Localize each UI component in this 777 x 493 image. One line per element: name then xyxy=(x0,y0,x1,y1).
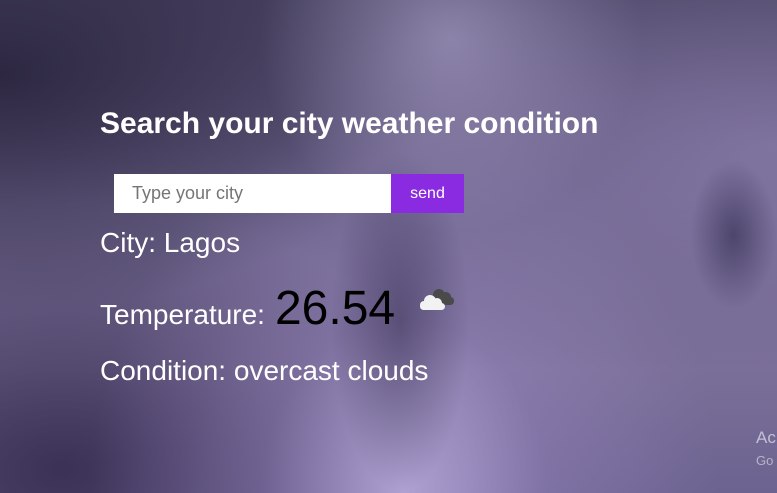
weather-panel: Search your city weather condition send … xyxy=(100,105,700,386)
temperature-value: 26.54 xyxy=(274,282,396,335)
city-value: Lagos xyxy=(163,227,241,258)
background-shadow-right xyxy=(690,160,777,310)
city-search-input[interactable] xyxy=(114,174,391,213)
condition-label: Condition: xyxy=(100,355,227,386)
condition-value: overcast clouds xyxy=(233,355,429,386)
overcast-clouds-icon xyxy=(417,285,457,315)
temperature-line: Temperature: 26.54 xyxy=(100,281,457,336)
city-line: City: Lagos xyxy=(100,227,240,259)
activate-windows-subtext: Go xyxy=(756,453,774,468)
activate-windows-watermark: Ac xyxy=(756,428,776,447)
condition-line: Condition: overcast clouds xyxy=(100,355,428,387)
temperature-label: Temperature: xyxy=(100,299,265,330)
city-label: City: xyxy=(100,227,156,258)
search-form: send xyxy=(114,174,464,213)
page-title: Search your city weather condition xyxy=(100,107,599,140)
send-button[interactable]: send xyxy=(391,174,464,213)
